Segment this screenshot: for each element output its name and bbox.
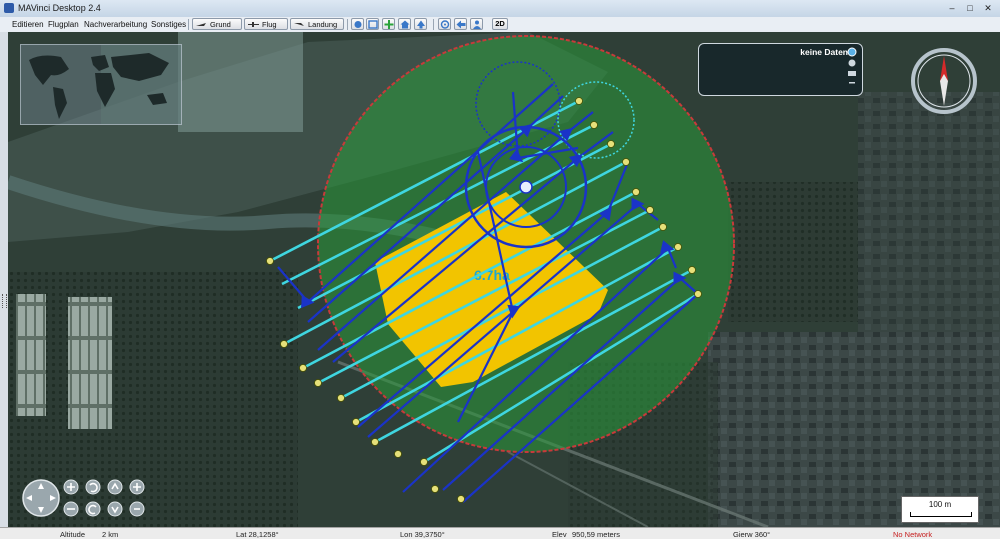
takeoff-icon [196,23,206,26]
longitude-readout: Lon 39,3750° [400,530,445,539]
image-icon [848,71,856,76]
add-icon [384,20,394,29]
add-button[interactable] [382,18,395,30]
plane-icon [248,22,259,27]
scale-label: 100 m [928,500,952,509]
pan-icon[interactable] [22,479,60,517]
info-icon [847,47,857,57]
legend-icons [847,47,857,84]
map-view[interactable]: 6.7ha keine Daten 100 m [8,32,1000,527]
window-title: MAVinci Desktop 2.4 [18,3,101,13]
close-button[interactable]: ✕ [982,3,994,13]
grip-icon [2,294,7,308]
tilt-down-icon[interactable] [107,501,123,517]
menu-flugplan[interactable]: Flugplan [48,20,79,29]
altitude-value: 2 km [102,530,119,539]
world-map-icon [29,45,181,124]
flug-button[interactable]: Flug [244,18,288,30]
navigation-controls[interactable] [21,473,151,523]
compass-icon[interactable] [911,48,977,114]
center-icon [440,20,450,29]
center-button[interactable] [438,18,451,30]
back-icon [456,20,466,29]
toolbar-separator [433,19,434,30]
elevation-label: Elev [552,530,567,539]
heading-readout: Gierw 360° [733,530,771,539]
legend-panel: keine Daten [698,43,863,96]
status-bar: Altitude 2 km Lat 28,1258° Lon 39,3750° … [0,527,1000,539]
measure-button[interactable] [366,18,379,30]
overview-world-map[interactable] [20,44,182,125]
person-button[interactable] [470,18,483,30]
person-icon [473,20,481,29]
select-icon [354,21,362,28]
elevation-value: 950,59 meters [572,530,620,539]
menu-bar: Editieren Flugplan Nachverarbeitung Sons… [0,17,1000,33]
minimize-button[interactable]: – [946,3,958,13]
latitude-readout: Lat 28,1258° [236,530,279,539]
back-button[interactable] [454,18,467,30]
altitude-label: Altitude [60,530,86,539]
title-bar: MAVinci Desktop 2.4 – □ ✕ [0,0,1000,18]
line-icon [849,82,855,84]
menu-nachverarbeitung[interactable]: Nachverarbeitung [84,20,147,29]
up-button[interactable] [414,18,427,30]
layer-icon [848,59,856,67]
scale-line [910,512,972,517]
landing-icon [294,23,304,26]
landung-label: Landung [308,20,338,29]
app-logo-icon [4,3,14,13]
flug-label: Flug [262,20,277,29]
grund-button[interactable]: Grund [192,18,242,30]
up-icon [417,20,425,29]
home-icon [400,20,410,29]
home-button[interactable] [398,18,411,30]
network-status: No Network [893,530,933,539]
scale-bar: 100 m [901,496,979,523]
menu-editieren[interactable]: Editieren [12,20,44,29]
app-window: MAVinci Desktop 2.4 – □ ✕ Editieren Flug… [0,0,1000,539]
uav-position-icon[interactable] [519,180,533,194]
toolbar-separator [347,19,348,30]
measure-icon [368,20,378,29]
select-button[interactable] [351,18,364,30]
view-2d-button[interactable]: 2D [492,18,508,30]
toolbar-separator [188,19,189,30]
landung-button[interactable]: Landung [290,18,344,30]
legend-title: keine Daten [800,47,848,57]
grund-label: Grund [210,20,231,29]
menu-sonstiges[interactable]: Sonstiges [151,20,186,29]
tilt-up-icon[interactable] [107,479,123,495]
maximize-button[interactable]: □ [964,3,976,13]
